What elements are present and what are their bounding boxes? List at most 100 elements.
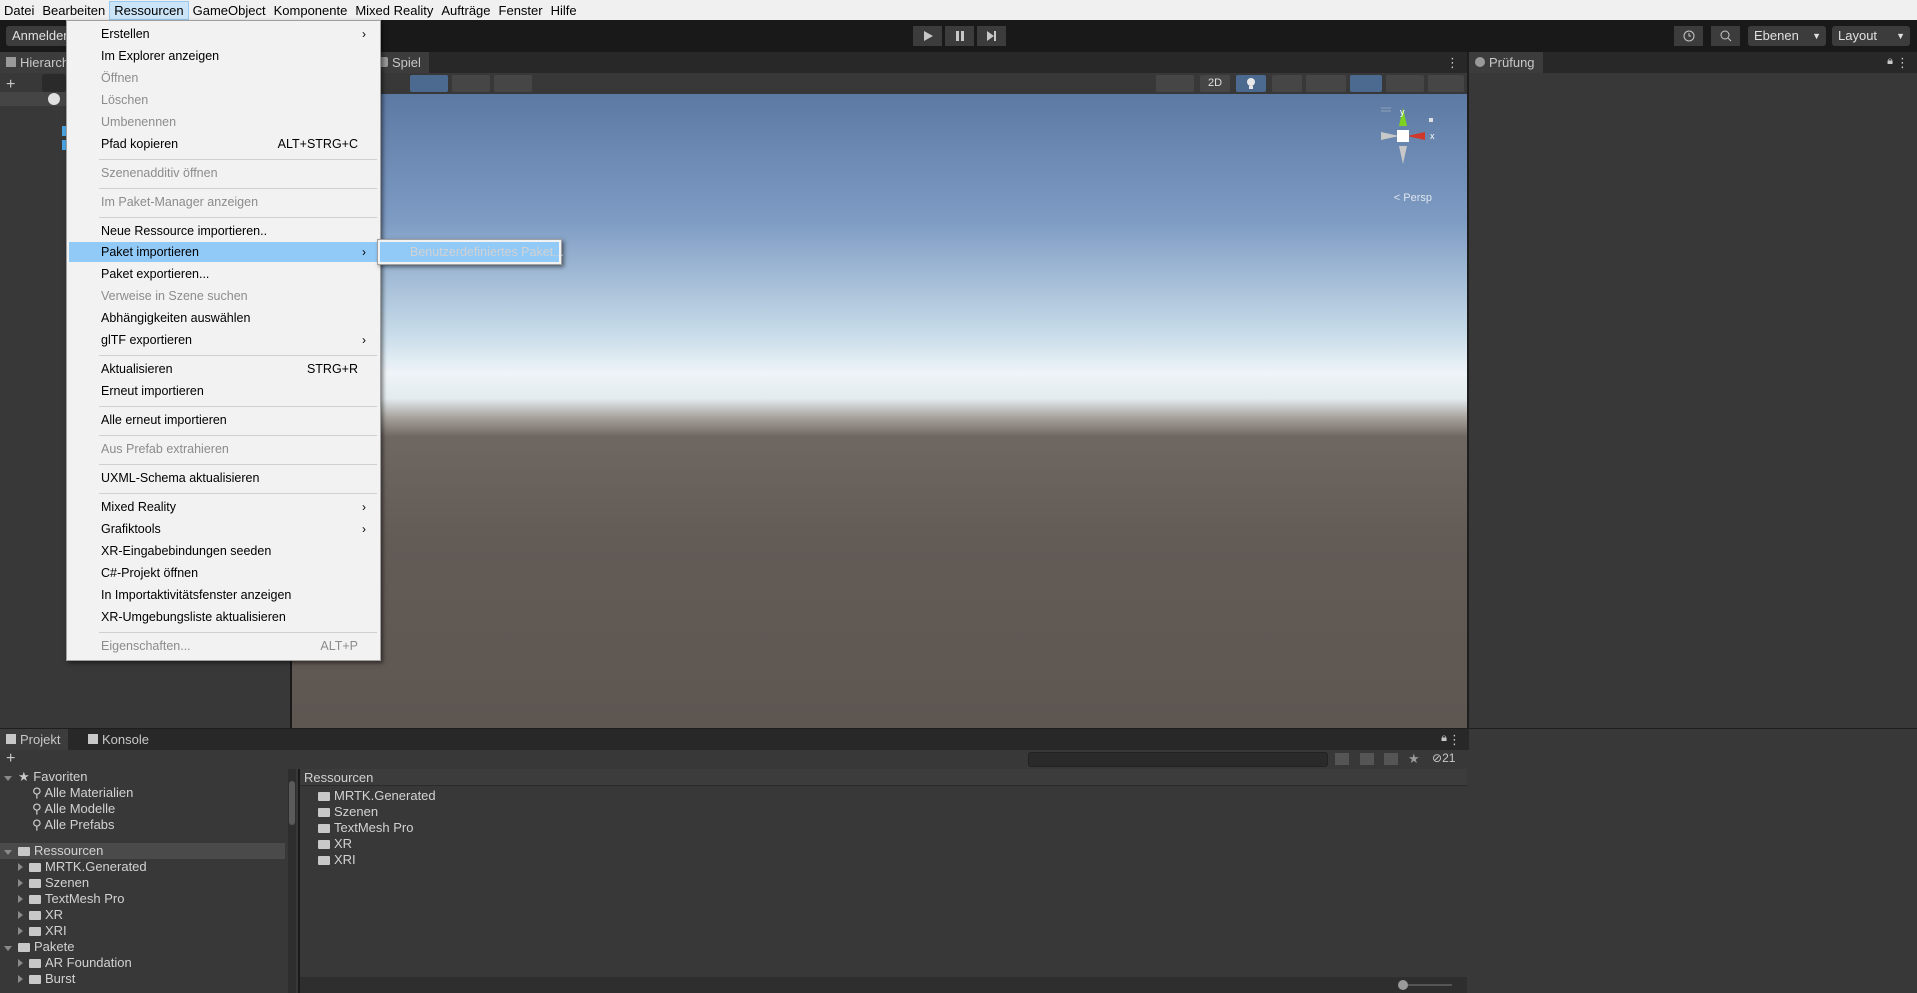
menu-item-grafiktools[interactable]: Grafiktools › [69,519,378,539]
menu-item-label: Benutzerdefiniertes Paket... [410,245,564,259]
hidden-objects-toggle[interactable] [1350,75,1382,92]
tree-scrollbar[interactable] [288,769,296,993]
filter-icon[interactable] [1360,753,1374,765]
tree-item[interactable]: ⚲ Alle Modelle [32,801,115,817]
project-search-input[interactable] [1028,752,1328,767]
pause-button[interactable] [945,26,974,46]
menu-fenster[interactable]: Fenster [495,1,547,20]
folder-icon [29,959,41,968]
orientation-gizmo[interactable]: y x [1367,104,1447,184]
tree-item[interactable]: TextMesh Pro [18,891,124,907]
menu-ressourcen[interactable]: Ressourcen [109,0,189,20]
menu-item-aktualisieren[interactable]: Aktualisieren STRG+R [69,359,378,379]
tree-item[interactable]: Burst [18,971,75,987]
tab-project[interactable]: Projekt [0,729,69,750]
list-item[interactable]: TextMesh Pro [318,820,413,836]
menu-separator [99,493,377,494]
mode-2d-toggle[interactable]: 2D [1200,75,1230,92]
menu-item-gltf[interactable]: glTF exportieren › [69,330,378,350]
hierarchy-search-input[interactable] [42,74,66,92]
add-icon[interactable]: + [6,750,15,768]
scene-viewport[interactable]: y x < Persp [292,94,1467,728]
list-item[interactable]: XRI [318,852,356,868]
play-button[interactable] [913,26,942,46]
shading-mode-dropdown[interactable] [1156,75,1194,92]
menu-item-mixed-reality[interactable]: Mixed Reality › [69,497,378,517]
menu-item-explorer[interactable]: Im Explorer anzeigen [69,46,378,66]
menu-item-paket-exportieren[interactable]: Paket exportieren... [69,264,378,284]
menu-item-xr-eingabe[interactable]: XR-Eingabebindungen seeden [69,541,378,561]
list-item-label: Szenen [334,804,379,819]
tree-item[interactable]: AR Foundation [18,955,132,971]
tree-item[interactable]: XR [18,907,63,923]
perspective-label[interactable]: < Persp [1394,192,1432,204]
more-options-icon[interactable]: ⋮ [1896,55,1909,71]
tab-inspector[interactable]: Prüfung [1469,52,1543,73]
lock-icon[interactable]: 🔒︎ [1441,732,1447,745]
gizmos-dropdown[interactable] [1428,75,1464,92]
snap-increment-button[interactable] [494,75,532,92]
menu-komponente[interactable]: Komponente [270,1,352,20]
lock-icon[interactable]: 🔒︎ [1887,55,1893,68]
assets-row[interactable]: Ressourcen [0,843,285,859]
audio-toggle[interactable] [1272,75,1302,92]
menu-item-importaktivitaet[interactable]: In Importaktivitätsfenster anzeigen [69,585,378,605]
star-icon[interactable]: ★ [1408,751,1420,767]
menu-item-label: C#-Projekt öffnen [101,566,199,580]
search-by-type-icon[interactable] [1335,753,1349,765]
menu-bearbeiten[interactable]: Bearbeiten [38,1,109,20]
menu-mixed-reality[interactable]: Mixed Reality [351,1,437,20]
hidden-count[interactable]: ⊘21 [1432,751,1455,765]
menu-datei[interactable]: Datei [0,1,38,20]
more-options-icon[interactable]: ⋮ [1446,55,1459,71]
search-button[interactable] [1711,26,1740,46]
menu-item-benutzerdefiniertes-paket[interactable]: Benutzerdefiniertes Paket... [380,242,564,262]
menu-item-eigenschaften[interactable]: Eigenschaften... ALT+P [69,636,378,656]
menu-separator [99,159,377,160]
packages-row[interactable]: Pakete [4,939,74,955]
menu-item-pfad-kopieren[interactable]: Pfad kopieren ALT+STRG+C [69,134,378,154]
menu-item-umbenennen[interactable]: Umbenennen [69,112,378,132]
layers-dropdown[interactable]: Ebenen ▼ [1748,26,1826,46]
menu-item-csharp[interactable]: C#-Projekt öffnen [69,563,378,583]
menu-item-paket-manager[interactable]: Im Paket-Manager anzeigen [69,192,378,212]
menu-item-loeschen[interactable]: Löschen [69,90,378,110]
list-item[interactable]: XR [318,836,352,852]
history-button[interactable] [1674,26,1703,46]
menu-item-abhaengigkeiten[interactable]: Abhängigkeiten auswählen [69,308,378,328]
menu-item-prefab[interactable]: Aus Prefab extrahieren [69,439,378,459]
list-item[interactable]: MRTK.Generated [318,788,436,804]
menu-item-alle-erneut[interactable]: Alle erneut importieren [69,410,378,430]
step-button[interactable] [977,26,1006,46]
breadcrumb[interactable]: Ressourcen [300,769,1467,786]
label-icon[interactable] [1384,753,1398,765]
tree-item[interactable]: Szenen [18,875,89,891]
menu-gameobject[interactable]: GameObject [189,1,270,20]
tree-item[interactable]: MRTK.Generated [18,859,147,875]
list-item[interactable]: Szenen [318,804,378,820]
tree-item[interactable]: XRI [18,923,67,939]
menu-item-paket-importieren[interactable]: Paket importieren › [69,242,378,262]
menu-item-erstellen[interactable]: Erstellen › [69,24,378,44]
menu-item-xr-umgebung[interactable]: XR-Umgebungsliste aktualisieren [69,607,378,627]
menu-item-szenenadditiv[interactable]: Szenenadditiv öffnen [69,163,378,183]
lighting-toggle[interactable] [1236,75,1266,92]
effects-dropdown[interactable] [1306,75,1346,92]
tab-console[interactable]: Konsole [82,729,157,750]
layout-dropdown[interactable]: Layout ▼ [1832,26,1910,46]
tree-item[interactable]: ⚲ Alle Prefabs [32,817,115,833]
grid-toggle[interactable] [452,75,490,92]
menu-item-oeffnen[interactable]: Öffnen [69,68,378,88]
menu-item-neue-ressource[interactable]: Neue Ressource importieren.. [69,221,378,241]
camera-dropdown[interactable] [1386,75,1424,92]
more-options-icon[interactable]: ⋮ [1448,732,1461,748]
grid-snap-toggle[interactable] [410,75,448,92]
menu-hilfe[interactable]: Hilfe [547,1,581,20]
tree-item[interactable]: ⚲ Alle Materialien [32,785,133,801]
menu-item-erneut-importieren[interactable]: Erneut importieren [69,381,378,401]
zoom-slider-thumb[interactable] [1398,980,1408,990]
menu-auftraege[interactable]: Aufträge [437,1,494,20]
menu-item-uxml[interactable]: UXML-Schema aktualisieren [69,468,378,488]
favorites-row[interactable]: ★ Favoriten [4,769,87,785]
menu-item-verweise[interactable]: Verweise in Szene suchen [69,286,378,306]
